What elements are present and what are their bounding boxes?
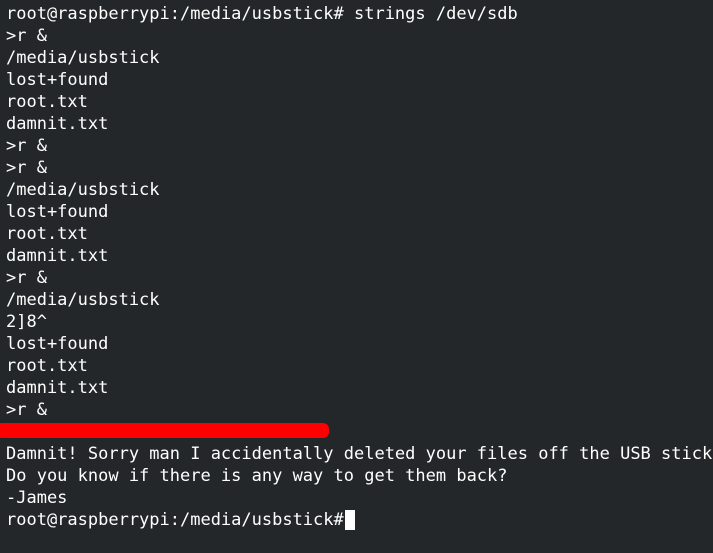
output-line: damnit.txt	[6, 114, 109, 134]
shell-prompt: root@raspberrypi:/media/usbstick#	[6, 510, 354, 530]
text-cursor[interactable]	[345, 510, 355, 530]
output-line: root.txt	[6, 224, 88, 244]
redaction-bar	[0, 423, 329, 438]
output-line: root.txt	[6, 356, 88, 376]
output-line: >r &	[6, 158, 47, 178]
output-line: lost+found	[6, 334, 109, 354]
output-line: lost+found	[6, 202, 109, 222]
output-line: damnit.txt	[6, 246, 109, 266]
output-line: >r &	[6, 400, 47, 420]
output-line: 2]8^	[6, 312, 47, 332]
output-line: root.txt	[6, 92, 88, 112]
output-line: damnit.txt	[6, 378, 109, 398]
output-line: /media/usbstick	[6, 180, 160, 200]
message-line: Do you know if there is any way to get t…	[6, 466, 508, 486]
output-line: >r &	[6, 136, 47, 156]
output-line: >r &	[6, 268, 47, 288]
output-line: >r &	[6, 26, 47, 46]
output-line: lost+found	[6, 70, 109, 90]
message-line: Damnit! Sorry man I accidentally deleted…	[6, 444, 713, 464]
output-line: /media/usbstick	[6, 290, 160, 310]
output-line: /media/usbstick	[6, 48, 160, 68]
command-line: root@raspberrypi:/media/usbstick# string…	[6, 4, 518, 24]
terminal-window[interactable]: root@raspberrypi:/media/usbstick# string…	[0, 0, 713, 553]
message-line: -James	[6, 488, 68, 508]
